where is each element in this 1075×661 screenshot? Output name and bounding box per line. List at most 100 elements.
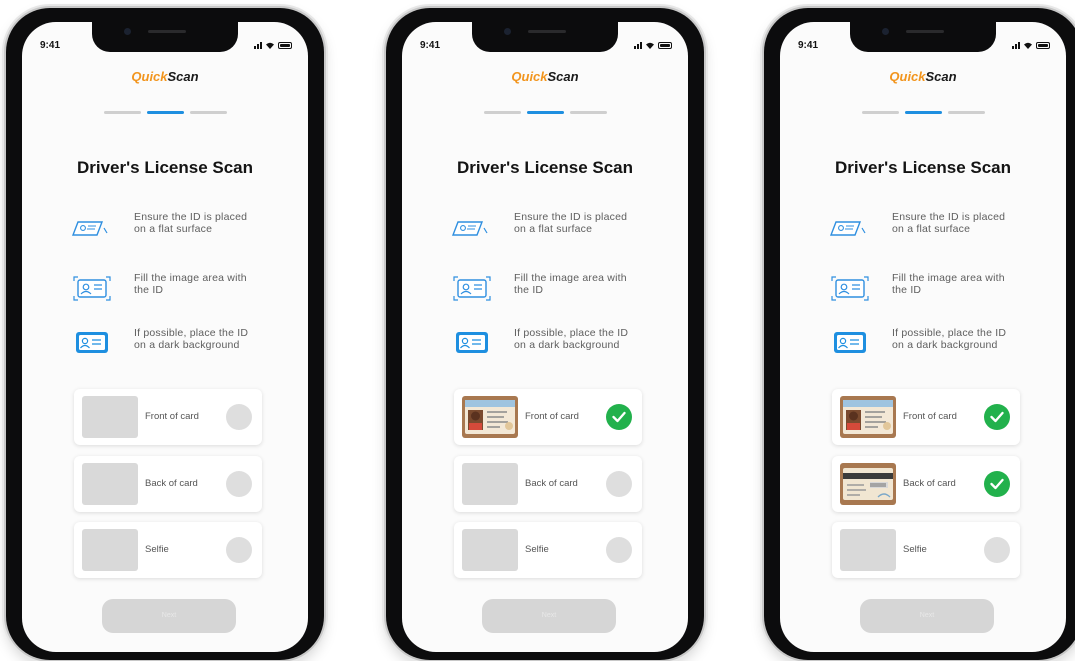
battery-icon [278,42,292,49]
notch [472,22,618,52]
signal-icon [634,41,642,49]
scan-selfie-card[interactable]: Selfie [74,522,262,578]
tip-text: If possible, place the ID on a dark back… [514,327,629,351]
tip-text: Fill the image area with the ID [892,272,1005,296]
speaker [906,30,944,33]
speaker [528,30,566,33]
step-indicator-1 [104,111,141,114]
tip-fill-area: Fill the image area with the ID [450,272,634,304]
camera-icon [124,28,131,35]
tip-text: If possible, place the ID on a dark back… [892,327,1007,351]
tip-text: Fill the image area with the ID [134,272,247,296]
next-button[interactable]: Next [860,599,994,633]
wifi-icon [266,42,274,49]
step-indicator-2 [147,111,184,114]
battery-icon [658,42,672,49]
scan-back-card[interactable]: Back of card [74,456,262,512]
notch [850,22,996,52]
scan-label: Selfie [145,544,169,555]
check-icon [984,404,1010,430]
wifi-icon [646,42,654,49]
step-indicator-1 [484,111,521,114]
signal-icon [1012,41,1020,49]
status-time: 9:41 [798,40,819,51]
phone-mockup-1: 9:41 QuickScan Driver's License Scan Ens… [6,8,324,660]
next-button[interactable]: Next [102,599,236,633]
next-button[interactable]: Next [482,599,616,633]
tip-text: If possible, place the ID on a dark back… [134,327,249,351]
tip-fill-area: Fill the image area with the ID [70,272,254,304]
step-progress [862,111,985,114]
tip-dark-background: If possible, place the ID on a dark back… [828,327,1012,359]
speaker [148,30,186,33]
tip-text: Ensure the ID is placed on a flat surfac… [514,211,628,235]
status-time: 9:41 [40,40,61,51]
app-logo: QuickScan [131,69,199,84]
front-card-thumbnail [462,396,518,438]
id-card-frame-icon [453,276,491,301]
scan-label: Front of card [525,411,579,422]
tip-flat-surface: Ensure the ID is placed on a flat surfac… [828,211,1012,243]
front-card-thumbnail [840,396,896,438]
page-title: Driver's License Scan [76,158,254,177]
screen-3: 9:41 QuickScan Driver's License Scan Ens… [780,22,1066,652]
scan-selfie-card[interactable]: Selfie [454,522,642,578]
step-indicator-3 [570,111,607,114]
selfie-thumbnail-placeholder [462,529,518,571]
screen-2: 9:41 QuickScan Driver's License Scan Ens… [402,22,688,652]
step-progress [104,111,227,114]
scan-front-card[interactable]: Front of card [74,389,262,445]
tip-text: Ensure the ID is placed on a flat surfac… [134,211,248,235]
step-indicator-3 [190,111,227,114]
screen-1: 9:41 QuickScan Driver's License Scan Ens… [22,22,308,652]
id-card-flat-icon [71,221,108,236]
wifi-icon [1024,42,1032,49]
camera-icon [504,28,511,35]
back-thumbnail-placeholder [462,463,518,505]
scan-back-card[interactable]: Back of card [454,456,642,512]
id-card-flat-icon [829,221,866,236]
selfie-thumbnail-placeholder [840,529,896,571]
tip-dark-background: If possible, place the ID on a dark back… [450,327,634,359]
check-icon [606,404,632,430]
status-time: 9:41 [420,40,441,51]
scan-front-card[interactable]: Front of card [832,389,1020,445]
id-card-frame-icon [73,276,111,301]
tip-text: Fill the image area with the ID [514,272,627,296]
battery-icon [1036,42,1050,49]
status-icons [1012,41,1050,49]
id-card-dark-icon [456,332,488,353]
back-card-thumbnail [840,463,896,505]
scan-label: Back of card [903,478,956,489]
scan-label: Selfie [525,544,549,555]
page-title: Driver's License Scan [456,158,634,177]
notch [92,22,238,52]
tip-text: Ensure the ID is placed on a flat surfac… [892,211,1006,235]
pending-status-icon [226,537,252,563]
scan-selfie-card[interactable]: Selfie [832,522,1020,578]
scan-label: Front of card [903,411,957,422]
check-icon [984,471,1010,497]
app-logo: QuickScan [511,69,579,84]
id-card-dark-icon [76,332,108,353]
id-card-dark-icon [834,332,866,353]
step-indicator-2 [527,111,564,114]
phone-mockup-3: 9:41 QuickScan Driver's License Scan Ens… [764,8,1075,660]
camera-icon [882,28,889,35]
phone-mockup-2: 9:41 QuickScan Driver's License Scan Ens… [386,8,704,660]
scan-front-card[interactable]: Front of card [454,389,642,445]
tip-fill-area: Fill the image area with the ID [828,272,1012,304]
scan-label: Back of card [145,478,198,489]
scan-label: Back of card [525,478,578,489]
scan-label: Front of card [145,411,199,422]
step-progress [484,111,607,114]
pending-status-icon [226,404,252,430]
pending-status-icon [606,537,632,563]
app-logo: QuickScan [889,69,957,84]
back-thumbnail-placeholder [82,463,138,505]
front-thumbnail-placeholder [82,396,138,438]
pending-status-icon [226,471,252,497]
id-card-frame-icon [831,276,869,301]
status-icons [634,41,672,49]
scan-back-card[interactable]: Back of card [832,456,1020,512]
